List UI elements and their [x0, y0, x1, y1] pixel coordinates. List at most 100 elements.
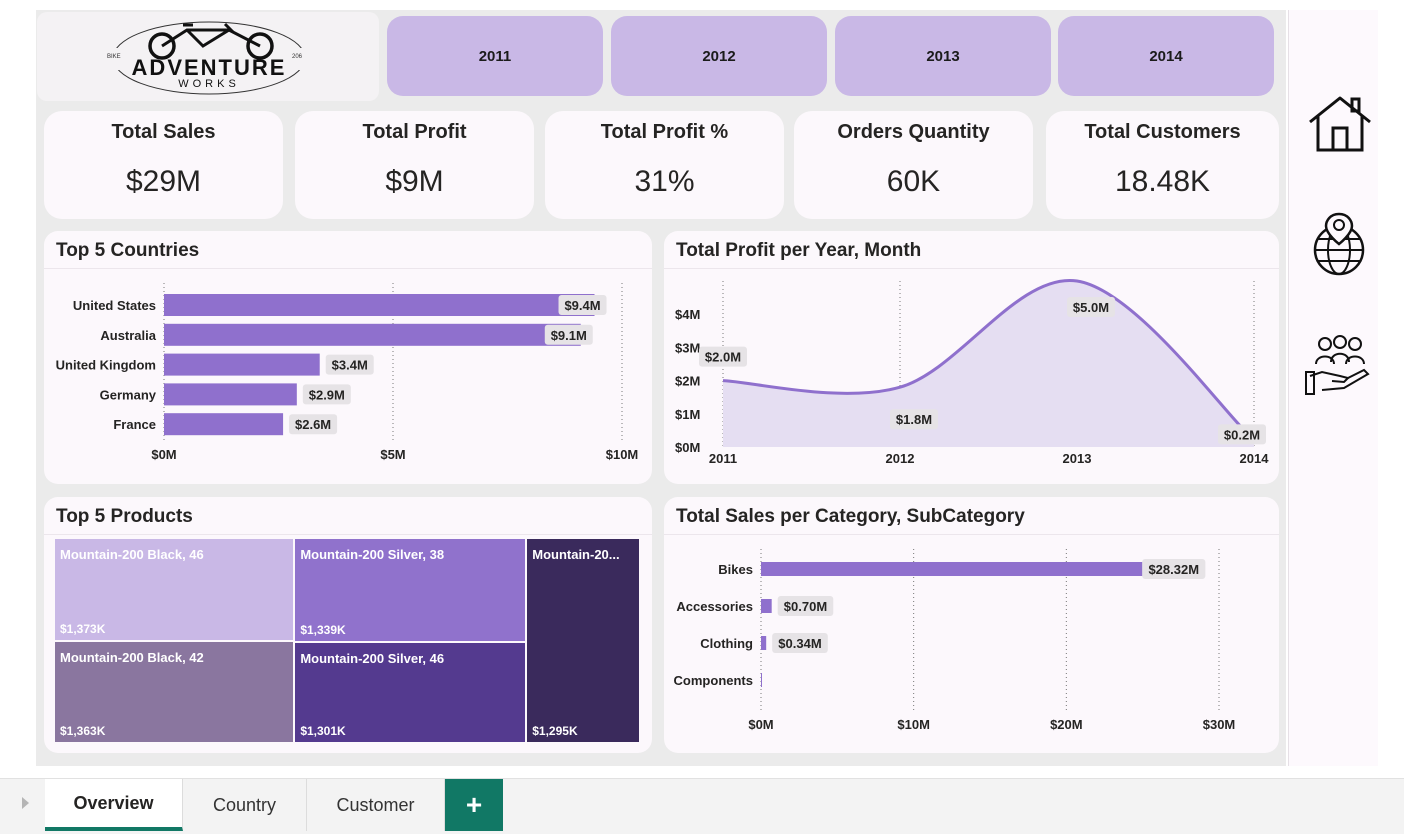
kpi-value: 60K	[886, 165, 941, 198]
logo-small-left: BIKE	[107, 54, 121, 60]
category-label: Bikes	[718, 562, 753, 577]
data-label: $0.34M	[778, 636, 821, 651]
y-tick-label: $4M	[675, 307, 700, 322]
adventure-works-logo: BIKE 206 ADVENTURE WORKS	[37, 12, 379, 101]
year-filter-2012[interactable]: 2012	[611, 16, 827, 96]
sales-per-category-panel[interactable]: Total Sales per Category, SubCategory $0…	[664, 497, 1279, 753]
treemap-cell[interactable]: Mountain-20... $1,295K	[527, 539, 639, 742]
treemap-cell-name: Mountain-200 Black, 42	[60, 649, 204, 665]
data-label: $28.32M	[1148, 562, 1199, 577]
treemap-cell-value: $1,339K	[300, 622, 346, 637]
treemap-cell[interactable]: Mountain-200 Black, 46 $1,373K	[55, 539, 294, 640]
data-label: $9.1M	[551, 328, 587, 343]
treemap-cell-value: $1,295K	[532, 724, 578, 738]
category-label: France	[113, 417, 156, 432]
kpi-label: Total Customers	[1084, 121, 1241, 143]
treemap-cell-name: Mountain-200 Black, 46	[60, 547, 204, 562]
data-label: $5.0M	[1073, 300, 1109, 315]
kpi-label: Total Sales	[111, 121, 216, 143]
treemap-cell[interactable]: Mountain-200 Black, 42 $1,363K	[55, 641, 294, 742]
bar	[761, 599, 772, 613]
kpi-value: 31%	[634, 165, 695, 198]
x-tick-label: 2012	[886, 451, 915, 466]
data-label: $2.0M	[705, 350, 741, 365]
countries-bar-chart: $0M $5M $10M United States $9.4M Australia $9.…	[56, 283, 639, 462]
treemap-cell-name: Mountain-20...	[532, 547, 620, 562]
home-icon[interactable]	[1304, 90, 1374, 160]
data-label: $0.2M	[1224, 427, 1260, 442]
customers-hand-icon[interactable]	[1304, 332, 1374, 402]
profit-per-year-panel[interactable]: Total Profit per Year, Month 2011 2012 201…	[664, 231, 1279, 484]
year-filter-2013[interactable]: 2013	[835, 16, 1051, 96]
category-label: Clothing	[700, 636, 753, 651]
y-tick-label: $3M	[675, 340, 700, 355]
data-label: $1.8M	[896, 412, 932, 427]
kpi-total-sales: Total Sales $29M	[44, 111, 283, 219]
add-page-button[interactable]: +	[445, 779, 503, 831]
year-filter-2014[interactable]: 2014	[1058, 16, 1274, 96]
category-label: Australia	[100, 328, 156, 343]
data-label: $9.4M	[564, 298, 600, 313]
x-tick-label: $10M	[606, 447, 639, 462]
x-tick-label: $0M	[151, 447, 176, 462]
bar	[164, 353, 320, 376]
top-products-panel[interactable]: Top 5 Products Mountain-200 Black, 46 $1,…	[44, 497, 652, 753]
divider	[44, 534, 652, 535]
bar	[164, 294, 595, 316]
treemap-cell-name: Mountain-200 Silver, 38	[300, 547, 445, 562]
treemap-cell[interactable]: Mountain-200 Silver, 38 $1,339K	[295, 539, 526, 641]
profit-area-chart: 2011 2012 2013 2014 $0M $1M $2M $3M $4M $2.0M $1.8…	[675, 279, 1270, 466]
tab-country[interactable]: Country	[183, 779, 307, 831]
data-label: $2.9M	[309, 387, 345, 402]
category-label: Accessories	[676, 599, 753, 614]
x-tick-label: 2013	[1063, 451, 1092, 466]
year-filter-2011[interactable]: 2011	[387, 16, 603, 96]
logo-small-right: 206	[292, 54, 303, 60]
treemap-cell[interactable]: Mountain-200 Silver, 46 $1,301K	[295, 642, 526, 742]
tab-customer[interactable]: Customer	[307, 779, 445, 831]
x-tick-label: $20M	[1050, 717, 1083, 732]
kpi-total-profit: Total Profit $9M	[295, 111, 534, 219]
bar	[164, 323, 581, 346]
x-tick-label: $10M	[897, 717, 930, 732]
tab-overview[interactable]: Overview	[45, 779, 183, 831]
y-tick-label: $1M	[675, 407, 700, 422]
bar	[164, 413, 284, 436]
kpi-label: Orders Quantity	[837, 121, 990, 143]
kpi-value: $9M	[385, 165, 444, 198]
products-treemap: Mountain-200 Black, 46 $1,373K Mountain-20…	[55, 539, 641, 744]
logo-brand-top: ADVENTURE	[132, 55, 287, 80]
category-bar-chart: $0M $10M $20M $30M Bikes $28.32M Accessories $0…	[674, 549, 1236, 732]
category-label: United States	[73, 298, 156, 313]
panel-title: Top 5 Products	[56, 506, 193, 527]
category-label: Components	[674, 673, 753, 688]
area-fill	[723, 280, 1254, 447]
x-tick-label: $30M	[1203, 717, 1236, 732]
kpi-label: Total Profit	[362, 121, 467, 143]
x-tick-label: $0M	[748, 717, 773, 732]
y-tick-label: $2M	[675, 374, 700, 389]
x-tick-label: $5M	[380, 447, 405, 462]
y-tick-label: $0M	[675, 440, 700, 455]
data-label: $2.6M	[295, 417, 331, 432]
kpi-value: 18.48K	[1114, 165, 1211, 198]
logo-brand-bottom: WORKS	[178, 78, 240, 90]
tab-scroll-left-icon[interactable]	[22, 797, 29, 809]
top-countries-panel[interactable]: Top 5 Countries $0M $5M $10M United States $…	[44, 231, 652, 484]
kpi-label: Total Profit %	[600, 121, 729, 143]
page-tab-bar: Overview Country Customer +	[0, 778, 1404, 834]
kpi-orders-quantity: Orders Quantity 60K	[794, 111, 1033, 219]
kpi-total-profit-percent: Total Profit % 31%	[545, 111, 784, 219]
kpi-total-customers: Total Customers 18.48K	[1046, 111, 1279, 219]
category-label: Germany	[100, 387, 157, 402]
bar	[761, 636, 767, 650]
treemap-cell-value: $1,373K	[60, 621, 106, 636]
x-tick-label: 2014	[1240, 451, 1270, 466]
kpi-value: $29M	[125, 165, 202, 198]
treemap-cell-value: $1,363K	[60, 723, 106, 738]
bicycle-logo-icon: BIKE 206 ADVENTURE WORKS	[97, 21, 321, 95]
globe-location-icon[interactable]	[1304, 210, 1374, 280]
bar	[761, 673, 762, 687]
data-label: $3.4M	[332, 358, 368, 373]
bar	[761, 562, 1194, 576]
